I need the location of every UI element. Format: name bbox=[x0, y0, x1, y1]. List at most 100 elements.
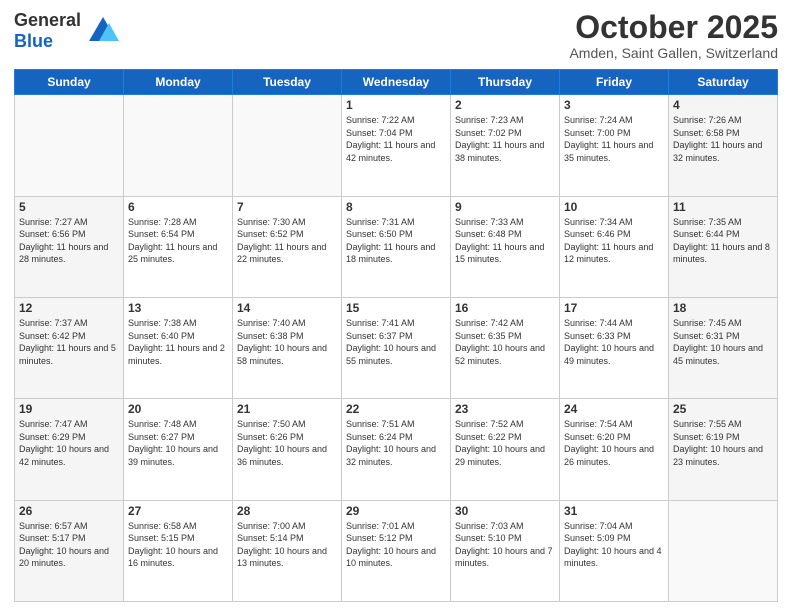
calendar-day-cell: 13Sunrise: 7:38 AMSunset: 6:40 PMDayligh… bbox=[124, 297, 233, 398]
day-info: Sunrise: 7:01 AMSunset: 5:12 PMDaylight:… bbox=[346, 520, 446, 570]
calendar-day-cell: 11Sunrise: 7:35 AMSunset: 6:44 PMDayligh… bbox=[669, 196, 778, 297]
day-number: 22 bbox=[346, 402, 446, 416]
calendar-day-header: Saturday bbox=[669, 70, 778, 95]
calendar-day-cell: 24 Sunrise: 7:54 AMSunset: 6:20 PMDayligh… bbox=[560, 399, 669, 500]
calendar-day-cell: 25 Sunrise: 7:55 AMSunset: 6:19 PMDayligh… bbox=[669, 399, 778, 500]
day-info: Sunrise: 7:48 AMSunset: 6:27 PMDaylight:… bbox=[128, 418, 228, 468]
day-number: 4 bbox=[673, 98, 773, 112]
day-info: Sunrise: 7:40 AMSunset: 6:38 PMDaylight:… bbox=[237, 317, 337, 367]
day-number: 27 bbox=[128, 504, 228, 518]
day-number: 23 bbox=[455, 402, 555, 416]
logo-blue: Blue bbox=[14, 31, 53, 51]
calendar-day-cell: 4 Sunrise: 7:26 AMSunset: 6:58 PMDaylight… bbox=[669, 95, 778, 196]
day-info: Sunrise: 7:50 AMSunset: 6:26 PMDaylight:… bbox=[237, 418, 337, 468]
calendar-day-cell: 5 Sunrise: 7:27 AMSunset: 6:56 PMDaylight… bbox=[15, 196, 124, 297]
day-info: Sunrise: 7:30 AMSunset: 6:52 PMDaylight:… bbox=[237, 216, 337, 266]
day-info: Sunrise: 7:44 AMSunset: 6:33 PMDaylight:… bbox=[564, 317, 664, 367]
day-number: 21 bbox=[237, 402, 337, 416]
logo-general: General bbox=[14, 10, 81, 30]
day-info: Sunrise: 7:33 AMSunset: 6:48 PMDaylight:… bbox=[455, 216, 555, 266]
title-block: October 2025 Amden, Saint Gallen, Switze… bbox=[569, 10, 778, 61]
day-info: Sunrise: 7:47 AMSunset: 6:29 PMDaylight:… bbox=[19, 418, 119, 468]
calendar-day-cell: 6 Sunrise: 7:28 AMSunset: 6:54 PMDaylight… bbox=[124, 196, 233, 297]
calendar-day-cell: 29Sunrise: 7:01 AMSunset: 5:12 PMDayligh… bbox=[342, 500, 451, 601]
calendar-day-cell: 9 Sunrise: 7:33 AMSunset: 6:48 PMDaylight… bbox=[451, 196, 560, 297]
calendar-day-header: Sunday bbox=[15, 70, 124, 95]
day-info: Sunrise: 7:27 AMSunset: 6:56 PMDaylight:… bbox=[19, 216, 119, 266]
day-number: 6 bbox=[128, 200, 228, 214]
day-number: 26 bbox=[19, 504, 119, 518]
calendar-day-header: Tuesday bbox=[233, 70, 342, 95]
day-info: Sunrise: 7:03 AMSunset: 5:10 PMDaylight:… bbox=[455, 520, 555, 570]
calendar-day-cell: 20Sunrise: 7:48 AMSunset: 6:27 PMDayligh… bbox=[124, 399, 233, 500]
calendar-day-cell: 26 Sunrise: 6:57 AMSunset: 5:17 PMDayligh… bbox=[15, 500, 124, 601]
day-number: 16 bbox=[455, 301, 555, 315]
day-info: Sunrise: 7:26 AMSunset: 6:58 PMDaylight:… bbox=[673, 114, 773, 164]
calendar-day-header: Thursday bbox=[451, 70, 560, 95]
day-info: Sunrise: 6:58 AMSunset: 5:15 PMDaylight:… bbox=[128, 520, 228, 570]
day-info: Sunrise: 7:52 AMSunset: 6:22 PMDaylight:… bbox=[455, 418, 555, 468]
day-number: 24 bbox=[564, 402, 664, 416]
day-number: 8 bbox=[346, 200, 446, 214]
day-number: 10 bbox=[564, 200, 664, 214]
calendar-day-cell: 17 Sunrise: 7:44 AMSunset: 6:33 PMDayligh… bbox=[560, 297, 669, 398]
day-number: 28 bbox=[237, 504, 337, 518]
day-number: 1 bbox=[346, 98, 446, 112]
calendar-day-header: Friday bbox=[560, 70, 669, 95]
logo: General Blue bbox=[14, 10, 121, 52]
day-number: 7 bbox=[237, 200, 337, 214]
day-info: Sunrise: 7:31 AMSunset: 6:50 PMDaylight:… bbox=[346, 216, 446, 266]
day-number: 12 bbox=[19, 301, 119, 315]
day-info: Sunrise: 7:34 AMSunset: 6:46 PMDaylight:… bbox=[564, 216, 664, 266]
day-info: Sunrise: 7:51 AMSunset: 6:24 PMDaylight:… bbox=[346, 418, 446, 468]
day-info: Sunrise: 7:24 AMSunset: 7:00 PMDaylight:… bbox=[564, 114, 664, 164]
calendar-week-row: 12 Sunrise: 7:37 AMSunset: 6:42 PMDayligh… bbox=[15, 297, 778, 398]
calendar-table: SundayMondayTuesdayWednesdayThursdayFrid… bbox=[14, 69, 778, 602]
calendar-week-row: 1Sunrise: 7:22 AMSunset: 7:04 PMDaylight… bbox=[15, 95, 778, 196]
day-number: 5 bbox=[19, 200, 119, 214]
logo-icon bbox=[85, 13, 121, 49]
day-number: 15 bbox=[346, 301, 446, 315]
day-info: Sunrise: 7:04 AMSunset: 5:09 PMDaylight:… bbox=[564, 520, 664, 570]
day-info: Sunrise: 7:37 AMSunset: 6:42 PMDaylight:… bbox=[19, 317, 119, 367]
calendar-day-cell bbox=[669, 500, 778, 601]
location-title: Amden, Saint Gallen, Switzerland bbox=[569, 45, 778, 61]
calendar-header-row: SundayMondayTuesdayWednesdayThursdayFrid… bbox=[15, 70, 778, 95]
calendar-day-cell: 15 Sunrise: 7:41 AMSunset: 6:37 PMDayligh… bbox=[342, 297, 451, 398]
day-info: Sunrise: 7:54 AMSunset: 6:20 PMDaylight:… bbox=[564, 418, 664, 468]
calendar-week-row: 19Sunrise: 7:47 AMSunset: 6:29 PMDayligh… bbox=[15, 399, 778, 500]
calendar-day-cell: 21 Sunrise: 7:50 AMSunset: 6:26 PMDayligh… bbox=[233, 399, 342, 500]
calendar-day-header: Monday bbox=[124, 70, 233, 95]
day-number: 17 bbox=[564, 301, 664, 315]
day-info: Sunrise: 7:23 AMSunset: 7:02 PMDaylight:… bbox=[455, 114, 555, 164]
calendar-day-cell bbox=[15, 95, 124, 196]
day-info: Sunrise: 6:57 AMSunset: 5:17 PMDaylight:… bbox=[19, 520, 119, 570]
calendar-week-row: 26 Sunrise: 6:57 AMSunset: 5:17 PMDayligh… bbox=[15, 500, 778, 601]
calendar-day-cell: 19Sunrise: 7:47 AMSunset: 6:29 PMDayligh… bbox=[15, 399, 124, 500]
calendar-day-cell: 22 Sunrise: 7:51 AMSunset: 6:24 PMDayligh… bbox=[342, 399, 451, 500]
calendar-day-cell: 16Sunrise: 7:42 AMSunset: 6:35 PMDayligh… bbox=[451, 297, 560, 398]
calendar-day-cell: 8 Sunrise: 7:31 AMSunset: 6:50 PMDaylight… bbox=[342, 196, 451, 297]
day-number: 3 bbox=[564, 98, 664, 112]
calendar-day-cell: 28Sunrise: 7:00 AMSunset: 5:14 PMDayligh… bbox=[233, 500, 342, 601]
calendar-week-row: 5 Sunrise: 7:27 AMSunset: 6:56 PMDaylight… bbox=[15, 196, 778, 297]
calendar-day-cell: 14 Sunrise: 7:40 AMSunset: 6:38 PMDayligh… bbox=[233, 297, 342, 398]
day-info: Sunrise: 7:55 AMSunset: 6:19 PMDaylight:… bbox=[673, 418, 773, 468]
calendar-day-cell: 2Sunrise: 7:23 AMSunset: 7:02 PMDaylight… bbox=[451, 95, 560, 196]
day-number: 9 bbox=[455, 200, 555, 214]
day-info: Sunrise: 7:35 AMSunset: 6:44 PMDaylight:… bbox=[673, 216, 773, 266]
day-number: 30 bbox=[455, 504, 555, 518]
calendar-day-cell: 1Sunrise: 7:22 AMSunset: 7:04 PMDaylight… bbox=[342, 95, 451, 196]
day-number: 31 bbox=[564, 504, 664, 518]
day-number: 14 bbox=[237, 301, 337, 315]
month-title: October 2025 bbox=[569, 10, 778, 45]
calendar-day-cell: 31 Sunrise: 7:04 AMSunset: 5:09 PMDayligh… bbox=[560, 500, 669, 601]
calendar-day-cell: 10 Sunrise: 7:34 AMSunset: 6:46 PMDayligh… bbox=[560, 196, 669, 297]
day-info: Sunrise: 7:28 AMSunset: 6:54 PMDaylight:… bbox=[128, 216, 228, 266]
day-number: 13 bbox=[128, 301, 228, 315]
logo-text: General Blue bbox=[14, 10, 121, 52]
calendar-day-cell: 23 Sunrise: 7:52 AMSunset: 6:22 PMDayligh… bbox=[451, 399, 560, 500]
day-number: 25 bbox=[673, 402, 773, 416]
day-info: Sunrise: 7:41 AMSunset: 6:37 PMDaylight:… bbox=[346, 317, 446, 367]
calendar-day-cell: 12 Sunrise: 7:37 AMSunset: 6:42 PMDayligh… bbox=[15, 297, 124, 398]
